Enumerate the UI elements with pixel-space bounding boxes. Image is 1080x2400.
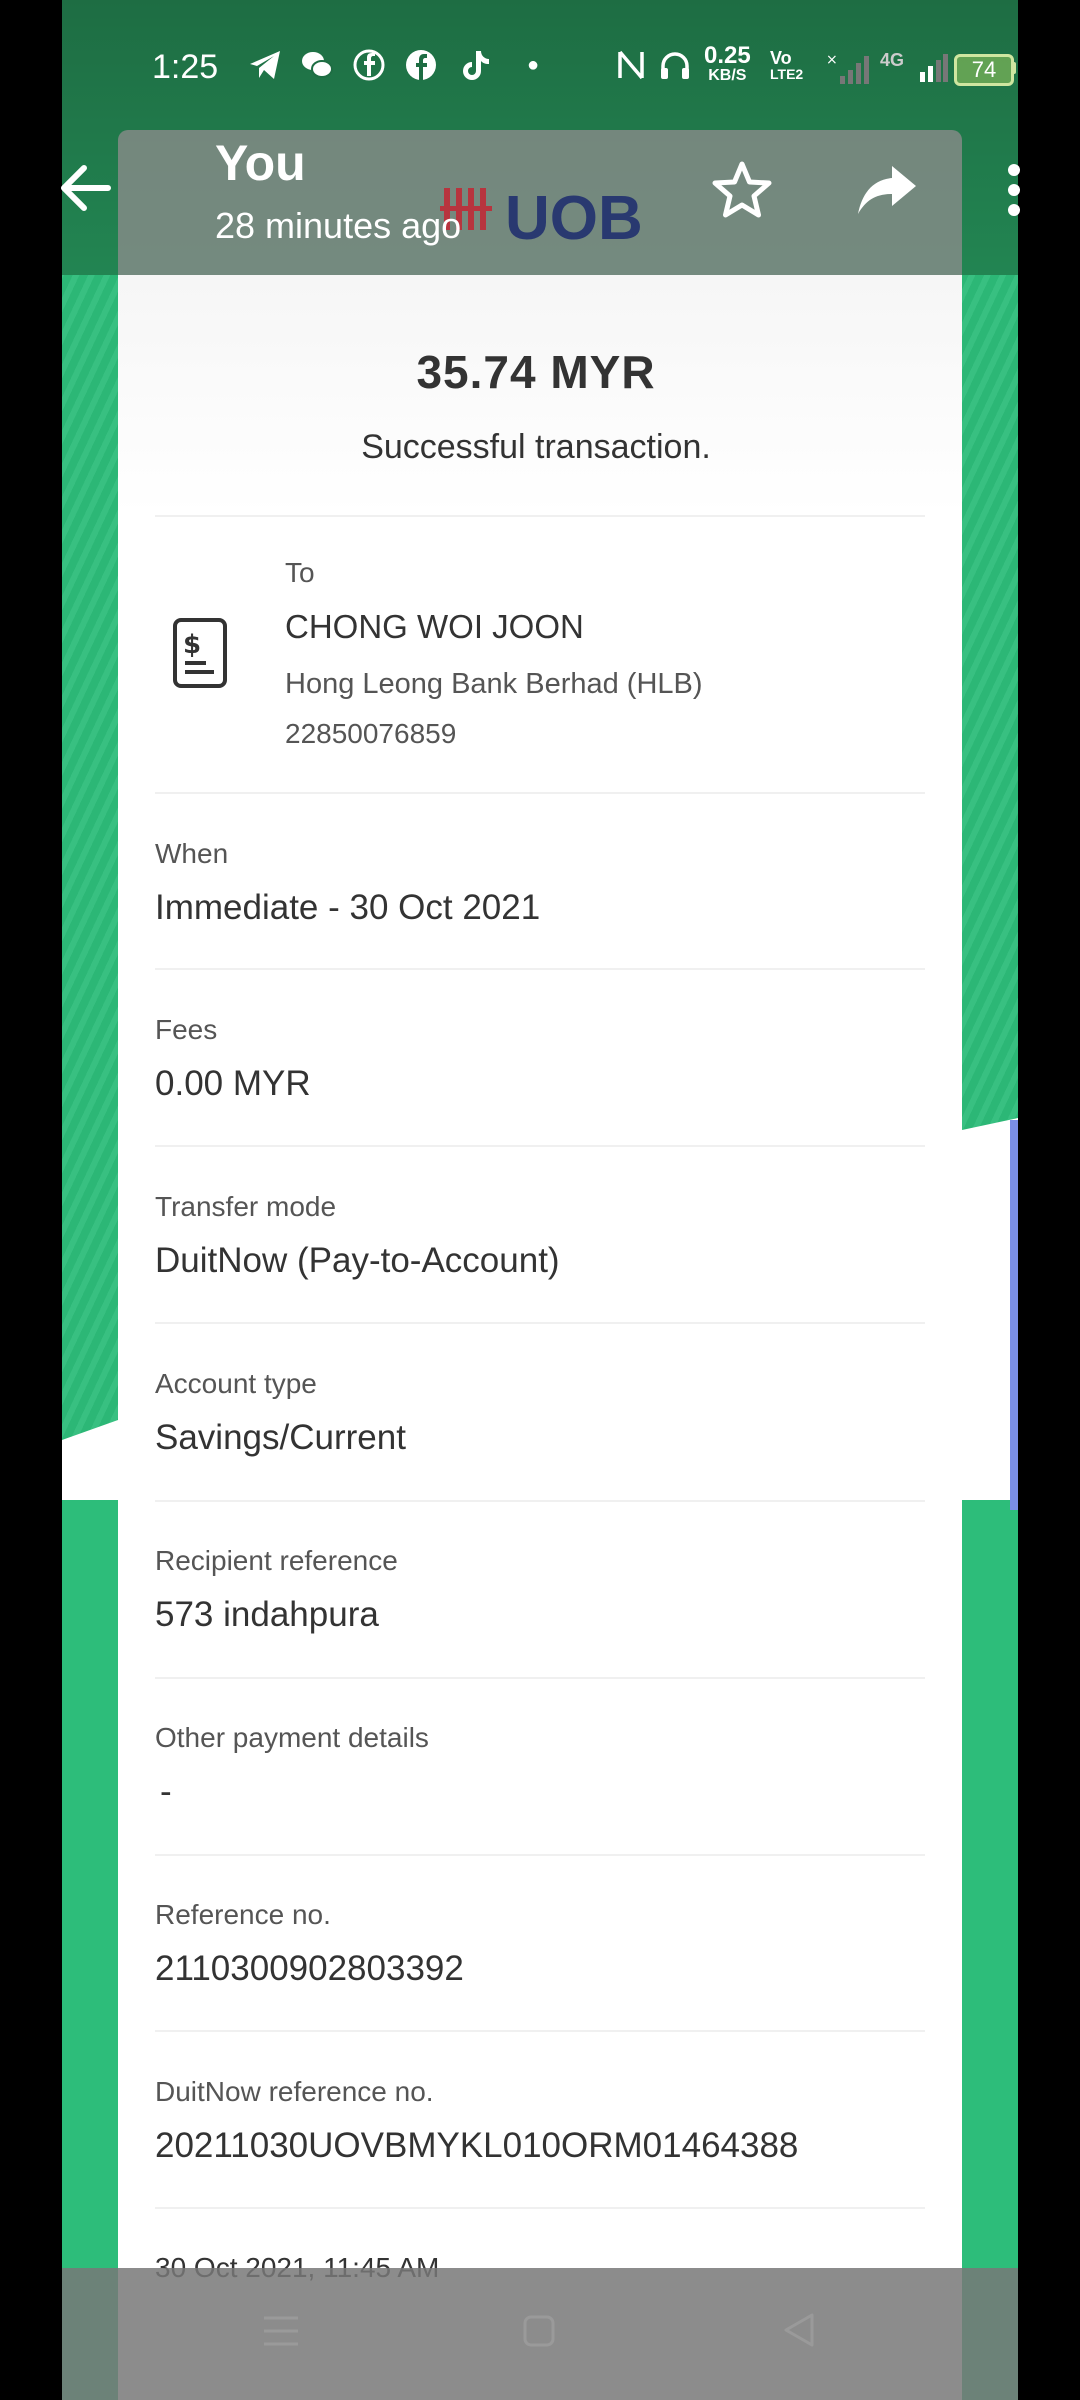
notification-dot-icon: ● [526, 54, 540, 76]
network-speed: 0.25 KB/S [704, 42, 751, 86]
volte-text: Vo [770, 48, 792, 68]
signal-sim1-icon: × [826, 52, 869, 84]
fees-value: 0.00 MYR [155, 1064, 311, 1103]
wechat-icon [302, 52, 333, 78]
nav-back-icon[interactable] [782, 2312, 816, 2348]
facebook-outline-icon [353, 49, 385, 81]
transaction-status: Successful transaction. [361, 428, 711, 466]
fees-label: Fees [155, 1014, 218, 1045]
tiktok-icon [463, 51, 489, 80]
svg-text:×: × [826, 52, 838, 68]
status-time: 1:25 [152, 48, 219, 86]
recent-apps-icon[interactable] [262, 2314, 300, 2348]
svg-text:$: $ [183, 630, 201, 660]
battery-icon: 74 [954, 54, 1014, 86]
to-label: To [285, 557, 315, 588]
divider [155, 1145, 925, 1147]
divider [155, 792, 925, 794]
recipient-reference-value: 573 indahpura [155, 1595, 379, 1634]
reference-no-label: Reference no. [155, 1899, 331, 1930]
headphones-icon [661, 52, 689, 79]
image-edge-accent [1010, 1120, 1018, 1510]
divider [155, 515, 925, 517]
divider [155, 968, 925, 970]
account-type-value: Savings/Current [155, 1418, 406, 1457]
other-payment-details-label: Other payment details [155, 1722, 429, 1753]
divider [155, 2207, 925, 2209]
other-payment-details-value: - [160, 1772, 172, 1811]
uob-logo: UOB [505, 184, 643, 253]
when-label: When [155, 838, 229, 869]
account-type-label: Account type [155, 1368, 317, 1399]
volte-indicator: Vo LTE2 [770, 48, 804, 82]
duitnow-reference-value: 20211030UOVBMYKL010ORM01464388 [155, 2126, 799, 2165]
recipient-name: CHONG WOI JOON [285, 608, 584, 645]
home-icon[interactable] [522, 2314, 556, 2348]
network-speed-unit: KB/S [708, 67, 747, 84]
transfer-mode-label: Transfer mode [155, 1191, 337, 1222]
recipient-reference-label: Recipient reference [155, 1545, 398, 1576]
forward-icon[interactable] [856, 162, 918, 218]
transaction-amount: 35.74 MYR [416, 346, 656, 398]
divider [155, 1677, 925, 1679]
divider [155, 2030, 925, 2032]
reference-no-value: 2110300902803392 [155, 1949, 464, 1988]
star-icon[interactable] [712, 160, 772, 220]
recipient-bank: Hong Leong Bank Berhad (HLB) [285, 668, 703, 700]
divider [155, 1322, 925, 1324]
network-speed-value: 0.25 [704, 42, 751, 69]
divider [155, 1854, 925, 1856]
divider [155, 1500, 925, 1502]
when-value: Immediate - 30 Oct 2021 [155, 888, 541, 927]
signal-sim2-icon [920, 54, 948, 82]
message-time: 28 minutes ago [215, 205, 462, 246]
facebook-icon [406, 50, 436, 80]
battery-tip [1011, 62, 1016, 74]
recipient-account: 22850076859 [285, 718, 457, 749]
volte-sub: LTE2 [770, 66, 804, 82]
sender-name: You [215, 135, 306, 191]
receipt-icon: $ [173, 618, 227, 688]
telegram-icon [250, 51, 280, 79]
duitnow-reference-label: DuitNow reference no. [155, 2076, 434, 2107]
transfer-mode-value: DuitNow (Pay-to-Account) [155, 1241, 560, 1280]
more-options-icon[interactable] [1000, 162, 1028, 218]
network-type: 4G [880, 50, 905, 70]
nfc-icon [618, 50, 644, 80]
back-arrow-icon[interactable] [58, 160, 114, 216]
